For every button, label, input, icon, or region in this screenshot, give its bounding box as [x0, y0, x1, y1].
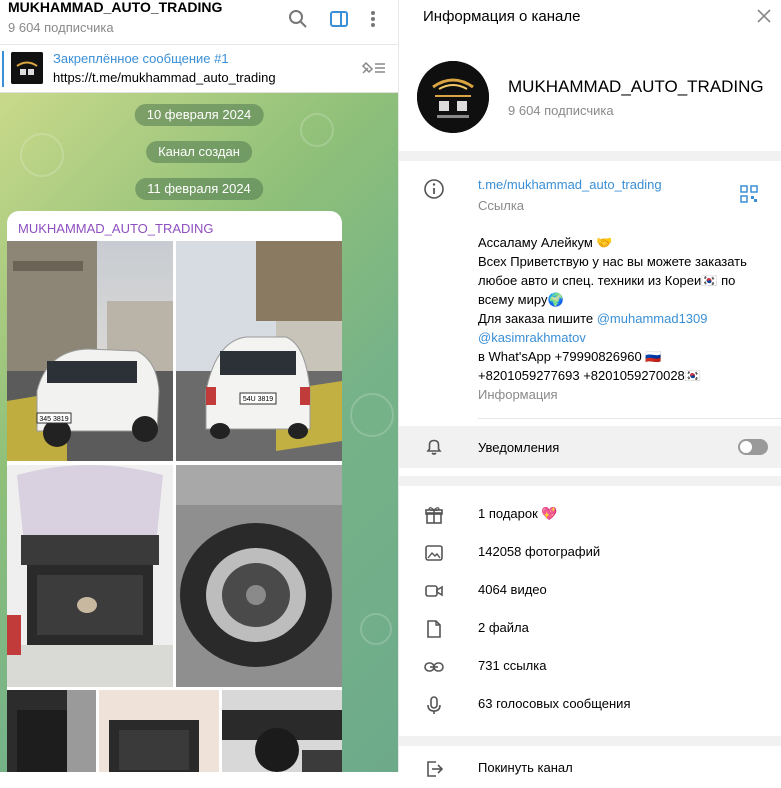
media-label: 2 файла: [478, 620, 529, 635]
media-row-videos[interactable]: 4064 видео: [399, 572, 781, 610]
description-line: Всех Приветствую у нас вы можете заказат…: [478, 254, 747, 307]
channel-name: MUKHAMMAD_AUTO_TRADING: [508, 77, 764, 96]
description-label: Информация: [478, 387, 558, 402]
section-divider: [399, 476, 781, 486]
media-photo[interactable]: [99, 690, 219, 772]
more-options-icon[interactable]: [360, 6, 386, 32]
description-line: Ассаламу Алейкум 🤝: [478, 235, 613, 250]
panel-title: Информация о канале: [423, 8, 581, 25]
description-line: +8201059277693 +8201059270028🇰🇷: [478, 368, 701, 383]
link-icon: [423, 656, 445, 678]
media-label: 4064 видео: [478, 582, 547, 597]
media-photo[interactable]: [176, 465, 342, 687]
channel-subscribers: 9 604 подписчика: [508, 103, 614, 118]
media-label: 1 подарок 💖: [478, 506, 558, 521]
description-text: Для заказа пишите: [478, 311, 597, 326]
leave-channel-label: Покинуть канал: [478, 760, 573, 775]
media-photo[interactable]: [222, 690, 342, 772]
video-icon: [423, 580, 445, 602]
channel-info-panel: Информация о канале MUKHAMMAD_AUTO_TRADI…: [398, 0, 781, 777]
channel-link[interactable]: t.me/mukhammad_auto_trading: [478, 177, 662, 192]
sidebar-toggle-icon[interactable]: [326, 6, 352, 32]
pinned-title: Закреплённое сообщение #1: [53, 51, 229, 66]
pinned-thumbnail: [11, 52, 43, 84]
description-line: в What'sApp +79990826960 🇷🇺: [478, 349, 662, 364]
leave-icon: [423, 758, 445, 780]
gift-icon: [423, 504, 445, 526]
media-row-photos[interactable]: 142058 фотографий: [399, 534, 781, 572]
chat-header[interactable]: MUKHAMMAD_AUTO_TRADING 9 604 подписчика: [0, 0, 398, 45]
media-label: 731 ссылка: [478, 658, 547, 673]
media-photo[interactable]: [7, 690, 96, 772]
channel-description: Ассаламу Алейкум 🤝 Всех Приветствую у на…: [478, 233, 768, 404]
description-line: Для заказа пишите @muhammad1309: [478, 309, 768, 328]
media-row-gifts[interactable]: 1 подарок 💖: [399, 496, 781, 534]
info-icon: [423, 178, 445, 200]
section-divider: [399, 151, 781, 161]
pinned-message-bar[interactable]: Закреплённое сообщение #1 https://t.me/m…: [0, 45, 398, 93]
license-plate: 345 3819: [39, 416, 68, 423]
media-label: 142058 фотографий: [478, 544, 601, 559]
media-photo[interactable]: 54U 3819: [176, 241, 342, 461]
pinned-indicator: [2, 51, 4, 87]
unpin-list-icon[interactable]: [360, 60, 386, 81]
notifications-toggle[interactable]: [738, 439, 768, 455]
date-pill: 10 февраля 2024: [134, 104, 264, 126]
notifications-label: Уведомления: [478, 440, 560, 455]
chat-background: 10 февраля 2024 Канал создан 11 февраля …: [0, 93, 398, 772]
service-message: Канал создан: [146, 141, 252, 163]
leave-channel-row[interactable]: Покинуть канал: [399, 750, 781, 788]
media-row-links[interactable]: 731 ссылка: [399, 648, 781, 686]
notifications-row[interactable]: Уведомления: [399, 426, 781, 468]
pinned-text[interactable]: https://t.me/mukhammad_auto_trading: [53, 70, 276, 85]
mention-link[interactable]: @kasimrakhmatov: [478, 328, 768, 347]
bell-icon: [423, 436, 445, 458]
photo-icon: [423, 542, 445, 564]
mention-link[interactable]: @muhammad1309: [597, 311, 708, 326]
divider: [478, 418, 781, 419]
link-label: Ссылка: [478, 198, 525, 213]
media-label: 63 голосовых сообщения: [478, 696, 631, 711]
qr-code-icon[interactable]: [740, 185, 758, 208]
mic-icon: [423, 694, 445, 716]
post-author[interactable]: MUKHAMMAD_AUTO_TRADING: [18, 221, 214, 236]
date-pill: 11 февраля 2024: [135, 178, 263, 200]
section-divider: [399, 736, 781, 746]
channel-avatar[interactable]: [417, 61, 489, 133]
chat-subscribers: 9 604 подписчика: [8, 20, 114, 35]
media-photo[interactable]: 345 3819: [7, 241, 173, 461]
file-icon: [423, 618, 445, 640]
close-icon[interactable]: [756, 8, 772, 29]
search-icon[interactable]: [285, 6, 311, 32]
message-bubble[interactable]: MUKHAMMAD_AUTO_TRADING 345 3819 54U 3819: [7, 211, 342, 772]
media-row-files[interactable]: 2 файла: [399, 610, 781, 648]
media-row-voice[interactable]: 63 голосовых сообщения: [399, 686, 781, 724]
chat-pane: MUKHAMMAD_AUTO_TRADING 9 604 подписчика …: [0, 0, 398, 772]
media-photo[interactable]: [7, 465, 173, 687]
chat-title[interactable]: MUKHAMMAD_AUTO_TRADING: [8, 0, 222, 15]
license-plate: 54U 3819: [243, 396, 273, 403]
